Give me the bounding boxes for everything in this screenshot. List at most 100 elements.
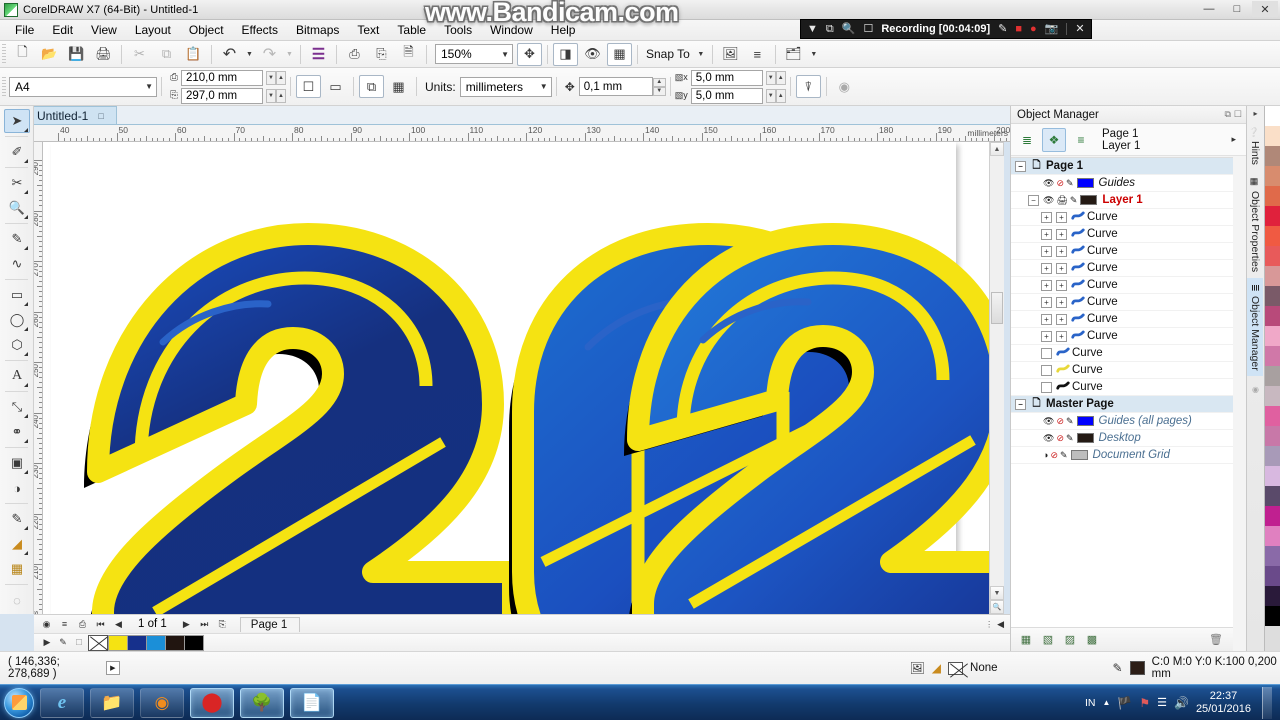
duplicate-x-input[interactable]: 5,0 mm bbox=[690, 69, 763, 86]
document-tab-untitled-1[interactable]: Untitled-1 □ bbox=[28, 106, 117, 124]
redo-button[interactable]: ↷ bbox=[257, 43, 282, 66]
object-manager-layer-row[interactable]: 👁 ⊘ ✎ Guides (all pages) bbox=[1011, 413, 1233, 430]
redo-dropdown-arrow[interactable]: ▼ bbox=[284, 43, 295, 66]
layer-color-swatch[interactable] bbox=[1076, 433, 1094, 443]
paste-button[interactable]: 📋 bbox=[181, 43, 206, 66]
object-manager-object-row[interactable]: Curve bbox=[1011, 362, 1233, 379]
print-button[interactable]: 🖨 bbox=[91, 43, 116, 66]
maximize-button[interactable]: □ bbox=[1224, 1, 1250, 17]
outline-color-swatch[interactable] bbox=[1129, 661, 1145, 675]
docker-expand-arrow-icon[interactable]: ▸ bbox=[1231, 134, 1242, 145]
menu-window[interactable]: Window bbox=[481, 21, 542, 39]
object-manager-layer-row[interactable]: 👁 ⊘ ✎ Desktop bbox=[1011, 430, 1233, 447]
edit-lock-pencil-icon[interactable]: ✎ bbox=[1066, 178, 1074, 189]
color-swatch[interactable] bbox=[1265, 286, 1280, 306]
drop-shadow-tool[interactable]: ▣ bbox=[4, 451, 30, 475]
menu-text[interactable]: Text bbox=[348, 21, 388, 39]
first-page-button[interactable]: ⏮ bbox=[92, 616, 109, 632]
scroll-up-arrow-icon[interactable]: ▲ bbox=[990, 142, 1004, 156]
expander-toggle[interactable]: + bbox=[1041, 228, 1052, 240]
nudge-distance-input[interactable]: 0,1 mm bbox=[578, 77, 653, 96]
object-manager-object-row[interactable]: + + Curve bbox=[1011, 226, 1233, 243]
all-pages-button[interactable]: ⧉ bbox=[359, 75, 384, 98]
action-center-flag-icon[interactable]: ⚑ bbox=[1139, 696, 1150, 710]
object-manager-page-row[interactable]: − 🗋 Master Page bbox=[1011, 396, 1233, 413]
object-manager-object-row[interactable]: + + Curve bbox=[1011, 209, 1233, 226]
layer-color-swatch[interactable] bbox=[1080, 195, 1098, 205]
swatch-black[interactable] bbox=[184, 634, 204, 651]
object-manager-layer-row[interactable]: ◑ ⊘ ✎ Document Grid bbox=[1011, 447, 1233, 464]
duplicate-y-stepper[interactable]: ▼ ▲ bbox=[765, 88, 786, 103]
zoom-level-combo[interactable]: 150% ▼ bbox=[435, 44, 513, 64]
orientation-portrait-button[interactable]: ☐ bbox=[296, 75, 321, 98]
tab-object-manager[interactable]: ≣ Object Manager bbox=[1247, 278, 1263, 377]
orientation-landscape-button[interactable]: ▭ bbox=[323, 75, 348, 98]
tab-hints[interactable]: ❔ Hints bbox=[1247, 120, 1263, 171]
show-object-properties-button[interactable]: ≣ bbox=[1015, 128, 1039, 152]
color-swatch[interactable] bbox=[1265, 446, 1280, 466]
expander-toggle[interactable] bbox=[1041, 364, 1052, 376]
open-document-button[interactable]: 📂 bbox=[37, 43, 62, 66]
swatch-light-blue[interactable] bbox=[146, 634, 166, 651]
network-icon[interactable]: 🏴 bbox=[1117, 696, 1132, 710]
drawing-canvas[interactable] bbox=[43, 142, 995, 614]
wireframe-button[interactable]: ◉ bbox=[832, 75, 857, 98]
zoom-tool[interactable]: 🔍 bbox=[4, 196, 30, 220]
visibility-eye-icon[interactable]: 👁 bbox=[1043, 433, 1054, 444]
delete-button[interactable]: 🗑 bbox=[1207, 631, 1225, 649]
color-swatch[interactable] bbox=[1265, 406, 1280, 426]
page-size-combo[interactable]: A4 ▼ bbox=[9, 76, 157, 97]
duplicate-y-input[interactable]: 5,0 mm bbox=[690, 87, 763, 104]
close-button[interactable]: ✕ bbox=[1252, 1, 1278, 17]
undo-button[interactable]: ↶ bbox=[217, 43, 242, 66]
print-disabled-icon[interactable]: ⊘ bbox=[1050, 450, 1058, 461]
show-rulers-button[interactable]: ◨ bbox=[553, 42, 578, 66]
color-swatch[interactable] bbox=[1265, 266, 1280, 286]
insert-page-after-button[interactable]: ⎘ bbox=[214, 616, 231, 632]
expander-toggle[interactable]: + bbox=[1056, 330, 1067, 342]
taskbar-windows-explorer[interactable]: 📁 bbox=[90, 687, 134, 718]
taskbar-notepad[interactable]: 📄 bbox=[290, 687, 334, 718]
nudge-stepper[interactable]: ▲ ▼ bbox=[652, 77, 666, 96]
layer-color-swatch[interactable] bbox=[1070, 450, 1088, 460]
ellipse-tool[interactable]: ◯ bbox=[4, 308, 30, 332]
expander-toggle[interactable]: + bbox=[1041, 296, 1052, 308]
menu-bitmaps[interactable]: Bitmaps bbox=[287, 21, 348, 39]
rectangle-tool[interactable]: ▭ bbox=[4, 283, 30, 307]
color-swatch[interactable] bbox=[1265, 546, 1280, 566]
show-desktop-button[interactable] bbox=[1262, 686, 1272, 719]
object-manager-layer-row[interactable]: 👁 ⊘ ✎ Guides bbox=[1011, 175, 1233, 192]
color-swatch[interactable] bbox=[1265, 126, 1280, 146]
show-grid-button[interactable]: ▦ bbox=[607, 42, 632, 66]
wireframe-toggle-icon[interactable]: ◉ bbox=[38, 616, 55, 632]
docker-close-icon[interactable]: ☐ bbox=[1234, 109, 1242, 120]
print-disabled-icon[interactable]: ⊘ bbox=[1056, 433, 1064, 444]
color-swatch[interactable] bbox=[1265, 166, 1280, 186]
new-layer-button[interactable]: ▦ bbox=[1017, 631, 1035, 649]
snap-to-chevron-down-icon[interactable]: ▼ bbox=[695, 43, 707, 66]
clock[interactable]: 22:37 25/01/2016 bbox=[1196, 690, 1251, 716]
object-manager-object-row[interactable]: + + Curve bbox=[1011, 260, 1233, 277]
current-page-button[interactable]: ▦ bbox=[386, 75, 411, 98]
search-content-button[interactable]: ☰ bbox=[306, 43, 331, 66]
edit-lock-pencil-icon[interactable]: ✎ bbox=[1060, 450, 1068, 461]
scroll-down-arrow-icon[interactable]: ▼ bbox=[990, 586, 1004, 600]
swatch-dark-brown[interactable] bbox=[165, 634, 185, 651]
menu-effects[interactable]: Effects bbox=[233, 21, 287, 39]
expander-toggle[interactable]: + bbox=[1056, 296, 1067, 308]
color-swatch[interactable] bbox=[1265, 486, 1280, 506]
fit-page-button[interactable]: ✥ bbox=[517, 42, 542, 66]
taskbar-media-player[interactable]: ◉ bbox=[140, 687, 184, 718]
object-manager-object-row[interactable]: + + Curve bbox=[1011, 243, 1233, 260]
layer-color-swatch[interactable] bbox=[1076, 178, 1094, 188]
insert-page-before-button[interactable]: ⎙ bbox=[74, 616, 91, 632]
visibility-eye-icon[interactable]: 👁 bbox=[1043, 178, 1054, 189]
prev-page-button[interactable]: ◀ bbox=[110, 616, 127, 632]
expander-toggle[interactable]: + bbox=[1041, 262, 1052, 274]
color-swatch[interactable] bbox=[1265, 606, 1280, 626]
undo-dropdown-arrow[interactable]: ▼ bbox=[244, 43, 255, 66]
menu-tools[interactable]: Tools bbox=[435, 21, 481, 39]
expander-toggle[interactable]: + bbox=[1041, 330, 1052, 342]
save-document-button[interactable]: 💾 bbox=[64, 43, 89, 66]
expander-toggle[interactable]: + bbox=[1056, 211, 1067, 223]
